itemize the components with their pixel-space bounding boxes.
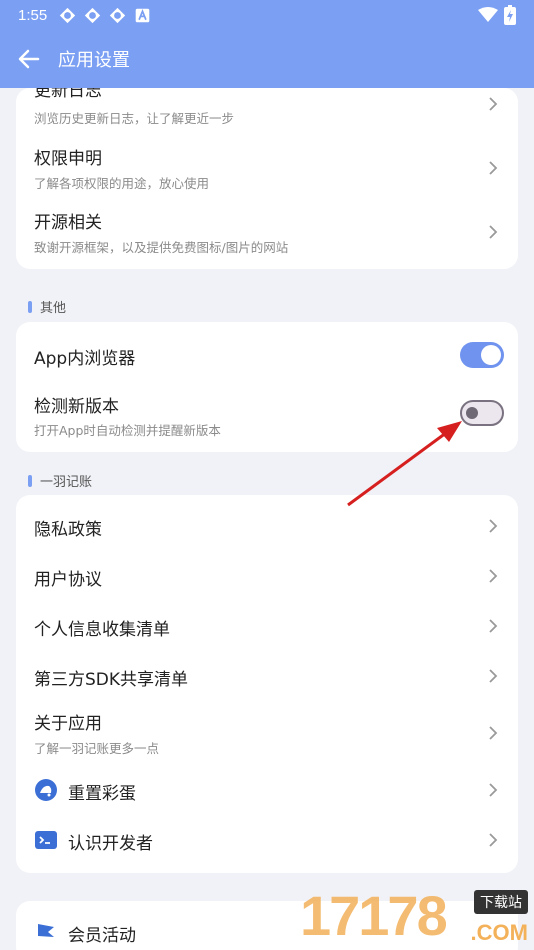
chevron-right-icon [489, 833, 498, 847]
status-time: 1:55 [18, 6, 48, 24]
row-title: 检测新版本 [34, 397, 119, 417]
check-update-toggle[interactable] [460, 400, 504, 426]
third-party-sdk-row[interactable]: 第三方SDK共享清单 [16, 651, 518, 701]
card-other: App内浏览器 检测新版本 打开App时自动检测并提醒新版本 [16, 322, 518, 452]
section-label: 一羽记账 [40, 475, 93, 490]
battery-charging-icon [504, 5, 516, 25]
chevron-right-icon [489, 669, 498, 683]
permission-row[interactable]: 权限申明 了解各项权限的用途，放心使用 [16, 136, 518, 200]
row-subtitle: 浏览历史更新日志，让了解更近一步 [34, 111, 235, 126]
chevron-right-icon [489, 726, 498, 740]
row-subtitle: 致谢开源框架，以及提供免费图标/图片的网站 [34, 240, 289, 255]
row-subtitle: 了解一羽记账更多一点 [34, 741, 160, 756]
in-app-browser-toggle[interactable] [460, 342, 504, 368]
open-source-row[interactable]: 开源相关 致谢开源框架，以及提供免费图标/图片的网站 [16, 200, 518, 264]
wifi-icon [478, 7, 498, 22]
back-button[interactable] [0, 30, 58, 88]
a-icon [135, 8, 150, 22]
update-log-row[interactable]: 更新日志 浏览历史更新日志，让了解更近一步 [16, 88, 518, 134]
flag-icon [38, 924, 54, 943]
arrow-left-icon [18, 49, 40, 69]
sync-icon [60, 7, 76, 23]
section-marker [28, 474, 32, 487]
watermark-domain: .COM [470, 920, 528, 945]
personal-info-list-row[interactable]: 个人信息收集清单 [16, 601, 518, 651]
app-bar: 应用设置 [0, 30, 534, 88]
row-title: 隐私政策 [34, 520, 102, 540]
reset-easter-egg-row[interactable]: 重置彩蛋 [16, 765, 518, 815]
check-update-row[interactable]: 检测新版本 打开App时自动检测并提醒新版本 [16, 384, 518, 446]
card-general: 更新日志 浏览历史更新日志，让了解更近一步 权限申明 了解各项权限的用途，放心使… [16, 88, 518, 269]
section-marker [28, 300, 32, 313]
row-title: 第三方SDK共享清单 [34, 670, 189, 690]
user-agreement-row[interactable]: 用户协议 [16, 551, 518, 601]
row-subtitle: 了解各项权限的用途，放心使用 [34, 176, 210, 191]
meet-developer-row[interactable]: 认识开发者 [16, 815, 518, 865]
watermark-logo: 17178 下载站 .COM [300, 884, 530, 950]
terminal-icon [35, 831, 57, 849]
status-bar: 1:55 [0, 0, 534, 30]
chevron-right-icon [489, 783, 498, 797]
row-title: 关于应用 [34, 714, 102, 734]
egg-icon [35, 779, 57, 801]
chevron-right-icon [489, 225, 498, 239]
chevron-right-icon [489, 97, 498, 111]
row-title: 用户协议 [34, 570, 102, 590]
section-header-other: 其他 [28, 297, 66, 316]
chevron-right-icon [489, 569, 498, 583]
sync-icon [85, 7, 101, 23]
row-title: 开源相关 [34, 213, 102, 233]
chevron-right-icon [489, 619, 498, 633]
row-title: 更新日志 [34, 88, 102, 101]
row-subtitle: 打开App时自动检测并提醒新版本 [34, 423, 221, 438]
section-label: 其他 [40, 301, 67, 316]
sync-icon [110, 7, 126, 23]
row-title: 重置彩蛋 [68, 784, 136, 804]
row-title: 会员活动 [68, 926, 136, 946]
chevron-right-icon [489, 161, 498, 175]
row-title: App内浏览器 [34, 349, 136, 369]
chevron-right-icon [489, 519, 498, 533]
privacy-policy-row[interactable]: 隐私政策 [16, 501, 518, 551]
about-app-row[interactable]: 关于应用 了解一羽记账更多一点 [16, 701, 518, 765]
card-app: 隐私政策 用户协议 个人信息收集清单 第三方SDK共享清单 关于应用 了解一羽记… [16, 495, 518, 873]
watermark-tag: 下载站 [474, 890, 528, 914]
row-title: 个人信息收集清单 [34, 620, 170, 640]
section-header-app: 一羽记账 [28, 471, 92, 490]
page-title: 应用设置 [58, 50, 130, 71]
in-app-browser-row[interactable]: App内浏览器 [16, 330, 518, 380]
row-title: 认识开发者 [68, 834, 153, 854]
watermark-number: 17178 [300, 884, 448, 947]
row-title: 权限申明 [34, 149, 102, 169]
